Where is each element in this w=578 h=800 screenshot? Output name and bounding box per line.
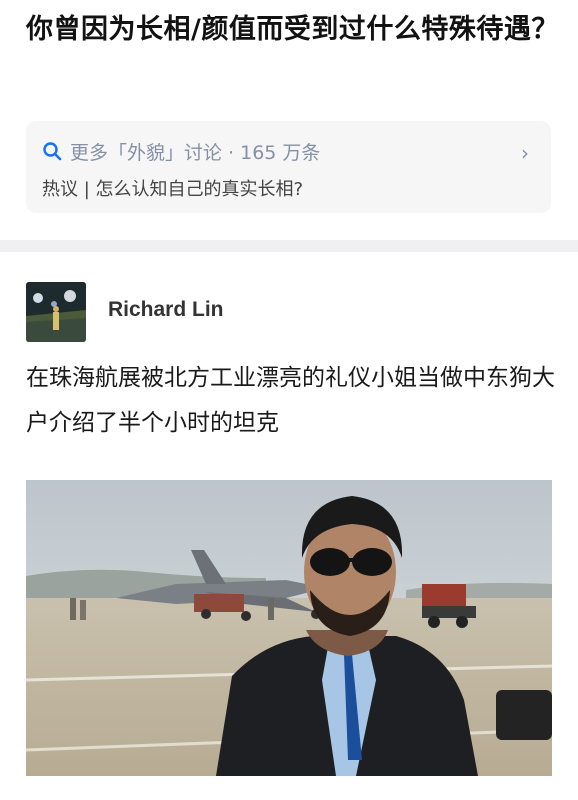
search-icon [43,142,62,161]
topic-discussion-row[interactable]: 更多「外貌」讨论 · 165 万条 [42,137,320,165]
answer-content[interactable]: 在珠海航展被北方工业漂亮的礼仪小姐当做中东狗大户介绍了半个小时的坦克 [26,356,556,446]
section-divider [0,240,578,252]
hot-topic-link[interactable]: 热议 | 怎么认知自己的真实长相? [42,175,303,201]
question-title[interactable]: 你曾因为长相/颜值而受到过什么特殊待遇？ [26,8,561,52]
topic-card[interactable]: 更多「外貌」讨论 · 165 万条 热议 | 怎么认知自己的真实长相? › [26,121,551,213]
author-name[interactable]: Richard Lin [108,298,224,322]
topic-discussion-label: 更多「外貌」讨论 · 165 万条 [70,141,321,164]
answer-photo[interactable] [26,480,552,776]
avatar[interactable] [26,282,86,342]
chevron-right-icon[interactable]: › [521,141,529,165]
